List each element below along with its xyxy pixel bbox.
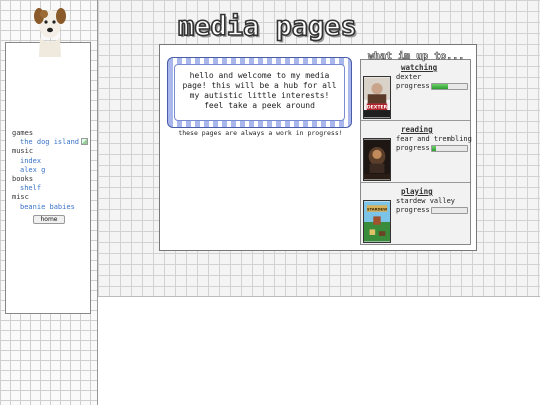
home-button[interactable]: home xyxy=(33,214,65,224)
cover-title: STARDEW xyxy=(367,207,387,211)
status-item-reading: reading fear and trembling progress: xyxy=(361,122,472,183)
sidebar-nav: games the dog island music index alex g … xyxy=(12,129,89,224)
status-item-watching: watching DEXTER dexter progress: xyxy=(361,60,470,121)
nav-category-misc: misc xyxy=(12,193,29,202)
reading-title: fear and trembling xyxy=(396,135,472,143)
reading-progress-bar xyxy=(431,145,468,152)
nav-category-games: games xyxy=(12,129,34,137)
playing-heading[interactable]: playing xyxy=(401,187,433,196)
fear-and-trembling-cover-image xyxy=(363,138,391,181)
playing-progress-label: progress: xyxy=(396,206,434,214)
nav-category-books: books xyxy=(12,175,34,184)
welcome-message: hello and welcome to my media page! this… xyxy=(174,64,345,121)
dog-mascot-image xyxy=(34,8,66,57)
reading-heading[interactable]: reading xyxy=(401,125,433,134)
watching-title: dexter xyxy=(396,73,422,81)
nav-link-the-dog-island[interactable]: the dog island xyxy=(12,138,89,147)
watching-progress-label: progress: xyxy=(396,82,434,90)
page-background xyxy=(98,297,540,405)
nav-link-index[interactable]: index xyxy=(12,157,88,166)
page-title: media pages xyxy=(177,10,357,43)
status-title: what im up to... xyxy=(368,51,465,63)
status-item-playing: playing STARDEW stardew valley progress: xyxy=(361,184,470,245)
welcome-box: hello and welcome to my media page! this… xyxy=(167,57,352,128)
playing-title: stardew valley xyxy=(396,197,456,205)
cover-title: DEXTER xyxy=(367,105,388,111)
watching-heading[interactable]: watching xyxy=(401,63,437,72)
nav-link-alex-g[interactable]: alex g xyxy=(12,166,88,175)
reading-progress-label: progress: xyxy=(396,144,434,152)
playing-progress-bar xyxy=(431,207,468,214)
broken-image-icon xyxy=(81,138,89,146)
work-in-progress-caption: these pages are always a work in progres… xyxy=(178,129,343,137)
status-box: watching DEXTER dexter progress: reading xyxy=(360,59,472,245)
nav-category-music: music xyxy=(12,147,34,156)
dexter-cover-image: DEXTER xyxy=(363,76,391,119)
main-panel: hello and welcome to my media page! this… xyxy=(159,44,477,251)
watching-progress-bar xyxy=(431,83,468,90)
nav-link-shelf[interactable]: shelf xyxy=(12,184,88,193)
sidebar: games the dog island music index alex g … xyxy=(5,42,91,314)
nav-link-beanie-babies[interactable]: beanie babies xyxy=(12,203,88,212)
stardew-valley-cover-image: STARDEW xyxy=(363,200,391,243)
